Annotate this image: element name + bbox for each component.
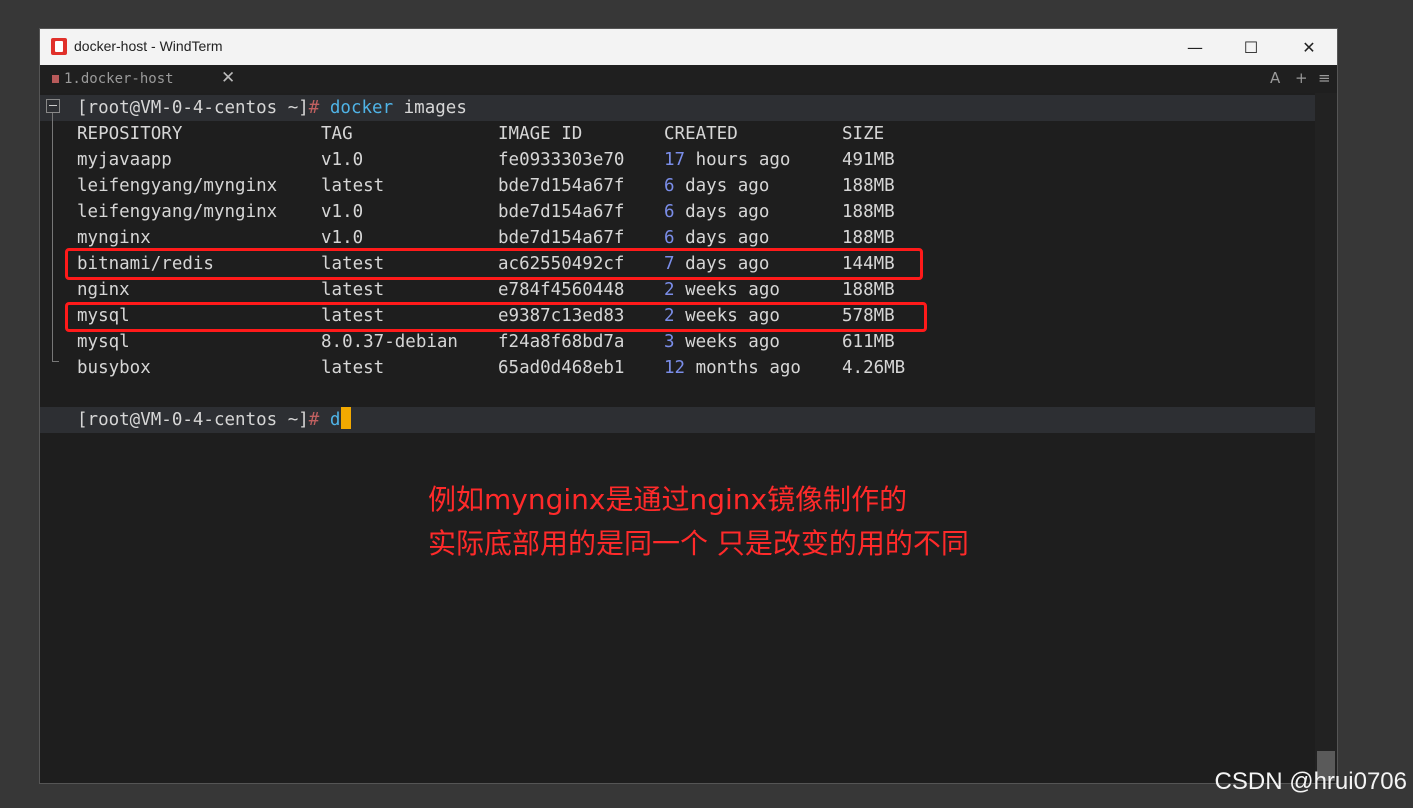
header-repository: REPOSITORY [77, 124, 183, 144]
size-cell: 491MB [842, 150, 895, 170]
size-cell: 188MB [842, 202, 895, 222]
created-cell: 6 days ago [664, 199, 769, 225]
created-unit: months ago [685, 358, 801, 378]
annotation-line-2: 实际底部用的是同一个 只是改变的用的不同 [428, 527, 969, 560]
highlight-box-nginx [65, 302, 927, 332]
maximize-button[interactable]: ☐ [1223, 29, 1279, 65]
title-bar[interactable]: docker-host - WindTerm — ☐ ✕ [40, 29, 1337, 65]
image-id-cell: bde7d154a67f [498, 202, 625, 222]
windterm-app-icon [51, 38, 67, 55]
annotation-line-1: 例如mynginx是通过nginx镜像制作的 [428, 483, 908, 516]
repository-cell: leifengyang/mynginx [77, 176, 278, 196]
repository-cell: myjavaapp [77, 150, 172, 170]
repository-cell: mysql [77, 332, 130, 352]
scrollbar[interactable] [1315, 93, 1337, 783]
image-id-cell: f24a8f68bd7a [498, 332, 625, 352]
font-size-button[interactable]: A [1270, 69, 1280, 87]
created-unit: hours ago [685, 150, 791, 170]
created-cell: 2 weeks ago [664, 277, 780, 303]
created-number: 6 [664, 228, 675, 248]
tag-cell: latest [321, 280, 385, 300]
created-number: 12 [664, 358, 686, 378]
command-line: [root@VM-0-4-centos ~]# docker images [77, 95, 467, 121]
tab-docker-host[interactable]: 1.docker-host [52, 65, 174, 93]
size-cell: 4.26MB [842, 358, 906, 378]
fold-toggle-icon[interactable] [46, 99, 60, 113]
csdn-watermark: CSDN @hrui0706 [1214, 768, 1407, 795]
created-cell: 12 months ago [664, 355, 801, 381]
tab-menu-icon[interactable]: ≡ [1318, 69, 1331, 87]
prompt-hash: # [308, 98, 320, 118]
tab-label: 1.docker-host [64, 71, 174, 87]
tab-bar: 1.docker-host ✕ A + ≡ [40, 65, 1337, 93]
prompt-hash: # [308, 410, 320, 430]
header-size: SIZE [842, 124, 885, 144]
created-number: 2 [664, 280, 675, 300]
fold-guide [52, 113, 53, 361]
size-cell: 611MB [842, 332, 895, 352]
image-id-cell: e784f4560448 [498, 280, 625, 300]
created-unit: days ago [674, 228, 770, 248]
created-unit: weeks ago [674, 332, 780, 352]
command-name: docker [329, 98, 394, 118]
size-cell: 188MB [842, 176, 895, 196]
header-image-id: IMAGE ID [498, 124, 583, 144]
shell-prompt: [root@VM-0-4-centos ~] [77, 410, 309, 430]
tag-cell: v1.0 [321, 150, 364, 170]
created-cell: 6 days ago [664, 173, 769, 199]
tag-cell: 8.0.37-debian [321, 332, 458, 352]
session-icon [52, 75, 59, 83]
windterm-window: docker-host - WindTerm — ☐ ✕ 1.docker-ho… [39, 28, 1338, 784]
highlight-box-mynginx [65, 248, 923, 280]
created-number: 6 [664, 202, 675, 222]
repository-cell: busybox [77, 358, 151, 378]
table-row: myjavaapp v1.0 fe0933303e70 17 hours ago 491… [77, 147, 957, 173]
table-row: mysql 8.0.37-debian f24a8f68bd7a 3 weeks ag… [77, 329, 957, 355]
created-number: 6 [664, 176, 675, 196]
tag-cell: latest [321, 358, 385, 378]
terminal-output[interactable]: [root@VM-0-4-centos ~]# docker images RE… [40, 93, 1315, 783]
table-row: busybox latest 65ad0d468eb1 12 months ago 4.… [77, 355, 957, 381]
created-unit: days ago [674, 202, 770, 222]
tag-cell: latest [321, 176, 385, 196]
created-number: 17 [664, 150, 686, 170]
table-row: nginx latest e784f4560448 2 weeks ago 188MB [77, 277, 957, 303]
new-tab-button[interactable]: + [1295, 69, 1308, 87]
tag-cell: v1.0 [321, 202, 364, 222]
header-tag: TAG [321, 124, 353, 144]
image-id-cell: fe0933303e70 [498, 150, 625, 170]
command-args: images [393, 98, 467, 118]
created-unit: weeks ago [674, 280, 780, 300]
repository-cell: leifengyang/mynginx [77, 202, 278, 222]
input-line: [root@VM-0-4-centos ~]# d [77, 407, 352, 433]
table-header: REPOSITORY TAG IMAGE ID CREATED SIZE [77, 121, 957, 147]
table-row: leifengyang/mynginx latest bde7d154a67f 6 d… [77, 173, 957, 199]
repository-cell: nginx [77, 280, 130, 300]
fold-guide-end [52, 361, 59, 362]
minimize-button[interactable]: — [1167, 29, 1223, 65]
table-row: leifengyang/mynginx v1.0 bde7d154a67f 6 day… [77, 199, 957, 225]
image-id-cell: bde7d154a67f [498, 176, 625, 196]
size-cell: 188MB [842, 280, 895, 300]
header-created: CREATED [664, 124, 738, 144]
created-cell: 17 hours ago [664, 147, 790, 173]
close-button[interactable]: ✕ [1281, 29, 1337, 65]
created-unit: days ago [674, 176, 770, 196]
window-title: docker-host - WindTerm [74, 38, 223, 54]
created-number: 3 [664, 332, 675, 352]
tab-close-icon[interactable]: ✕ [221, 68, 235, 88]
image-id-cell: 65ad0d468eb1 [498, 358, 625, 378]
text-cursor [341, 407, 352, 429]
created-cell: 3 weeks ago [664, 329, 780, 355]
shell-prompt: [root@VM-0-4-centos ~] [77, 98, 309, 118]
typed-input: d [329, 410, 341, 430]
